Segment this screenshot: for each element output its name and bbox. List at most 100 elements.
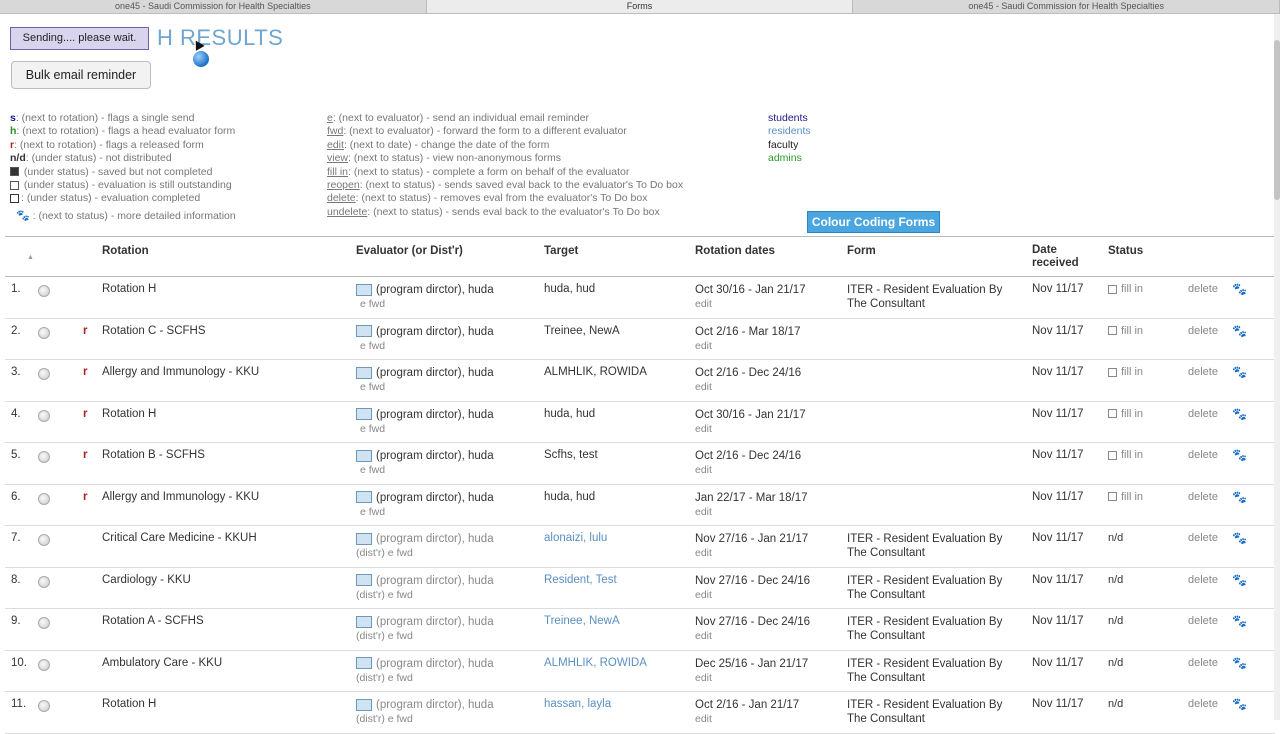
status-text[interactable]: fill in [1121, 325, 1143, 337]
evaluator-actions[interactable]: (dist'r) e fwd [356, 630, 413, 642]
row-select-radio[interactable] [38, 326, 50, 339]
edit-date-link[interactable]: edit [695, 423, 712, 435]
row-select-radio[interactable] [38, 700, 50, 712]
evaluator-actions[interactable]: e fwd [360, 423, 385, 435]
row-select-radio[interactable] [38, 575, 50, 588]
delete-link[interactable]: delete [1188, 698, 1218, 710]
row-select-radio[interactable] [38, 368, 50, 380]
header-evaluator[interactable]: Evaluator (or Dist'r) [356, 245, 463, 257]
evaluator-actions[interactable]: (dist'r) e fwd [356, 672, 413, 684]
email-envelope-icon[interactable] [356, 615, 372, 628]
row-status[interactable]: fill in [1108, 408, 1143, 420]
edit-date-link[interactable]: edit [695, 506, 712, 518]
evaluator-actions[interactable]: (dist'r) e fwd [356, 589, 413, 601]
delete-link[interactable]: delete [1188, 449, 1218, 461]
row-select-radio[interactable] [38, 451, 50, 463]
paw-info-icon[interactable]: 🐾 [1232, 282, 1247, 296]
header-status[interactable]: Status [1108, 245, 1143, 257]
header-target[interactable]: Target [544, 245, 578, 257]
status-text[interactable]: fill in [1121, 491, 1143, 503]
status-text[interactable]: fill in [1121, 408, 1143, 420]
row-target[interactable]: Resident, Test [544, 574, 617, 586]
email-envelope-icon[interactable] [356, 574, 372, 587]
email-envelope-icon[interactable] [356, 325, 372, 338]
row-status[interactable]: fill in [1108, 283, 1143, 295]
form-name-line1: ITER - Resident Evaluation By [847, 533, 1003, 545]
paw-info-icon[interactable]: 🐾 [1232, 324, 1247, 338]
delete-link[interactable]: delete [1188, 325, 1218, 337]
row-status[interactable]: fill in [1108, 449, 1143, 461]
sort-arrow-icon[interactable]: ▲ [27, 254, 34, 261]
browser-tab-3[interactable]: one45 - Saudi Commission for Health Spec… [853, 0, 1280, 13]
edit-date-link[interactable]: edit [695, 381, 712, 393]
paw-info-icon[interactable]: 🐾 [1232, 573, 1247, 587]
edit-date-link[interactable]: edit [695, 630, 712, 642]
paw-info-icon[interactable]: 🐾 [1232, 656, 1247, 670]
delete-link[interactable]: delete [1188, 574, 1218, 586]
evaluator-actions[interactable]: e fwd [360, 340, 385, 352]
edit-date-link[interactable]: edit [695, 340, 712, 352]
delete-link[interactable]: delete [1188, 657, 1218, 669]
header-date-received[interactable]: Date received [1032, 244, 1092, 270]
evaluator-actions[interactable]: e fwd [360, 464, 385, 476]
edit-date-link[interactable]: edit [695, 298, 712, 310]
delete-link[interactable]: delete [1188, 615, 1218, 627]
outstanding-checkbox-icon [1108, 367, 1117, 377]
edit-date-link[interactable]: edit [695, 672, 712, 684]
email-envelope-icon[interactable] [356, 283, 372, 296]
row-select-radio[interactable] [38, 658, 50, 671]
evaluator-actions[interactable]: e fwd [360, 298, 385, 310]
email-envelope-icon[interactable] [356, 532, 372, 545]
edit-date-link[interactable]: edit [695, 589, 712, 601]
evaluator-actions[interactable]: (dist'r) e fwd [356, 547, 413, 559]
header-rotation-dates[interactable]: Rotation dates [695, 245, 775, 257]
row-select-radio[interactable] [38, 409, 50, 422]
email-envelope-icon[interactable] [356, 366, 372, 379]
row-status[interactable]: fill in [1108, 366, 1143, 378]
bulk-email-reminder-button[interactable]: Bulk email reminder [11, 61, 151, 89]
row-target[interactable]: hassan, layla [544, 698, 611, 710]
row-select-radio[interactable] [38, 285, 50, 297]
email-envelope-icon[interactable] [356, 491, 372, 504]
row-status[interactable]: fill in [1108, 491, 1143, 503]
paw-info-icon[interactable]: 🐾 [1232, 531, 1247, 545]
edit-date-link[interactable]: edit [695, 547, 712, 559]
delete-link[interactable]: delete [1188, 491, 1218, 503]
evaluator-actions[interactable]: e fwd [360, 506, 385, 518]
delete-link[interactable]: delete [1188, 283, 1218, 295]
evaluator-actions[interactable]: e fwd [360, 381, 385, 393]
row-status[interactable]: fill in [1108, 325, 1143, 337]
delete-link[interactable]: delete [1188, 408, 1218, 420]
edit-date-link[interactable]: edit [695, 464, 712, 476]
paw-info-icon[interactable]: 🐾 [1232, 448, 1247, 462]
delete-link[interactable]: delete [1188, 532, 1218, 544]
evaluator-actions[interactable]: (dist'r) e fwd [356, 713, 413, 725]
status-text[interactable]: fill in [1121, 449, 1143, 461]
row-target[interactable]: Treinee, NewA [544, 615, 620, 627]
status-text[interactable]: fill in [1121, 283, 1143, 295]
header-form[interactable]: Form [847, 245, 876, 257]
row-select-radio[interactable] [38, 492, 50, 505]
browser-tab-1[interactable]: one45 - Saudi Commission for Health Spec… [0, 0, 427, 13]
row-target[interactable]: alonaizi, lulu [544, 532, 607, 544]
row-select-radio[interactable] [38, 534, 50, 546]
paw-info-icon[interactable]: 🐾 [1232, 614, 1247, 628]
header-rotation[interactable]: Rotation [102, 245, 149, 257]
paw-info-icon[interactable]: 🐾 [1232, 697, 1247, 711]
email-envelope-icon[interactable] [356, 657, 372, 670]
paw-info-icon[interactable]: 🐾 [1232, 407, 1247, 421]
colour-coding-forms-button[interactable]: Colour Coding Forms [807, 211, 940, 233]
paw-info-icon[interactable]: 🐾 [1232, 365, 1247, 379]
email-envelope-icon[interactable] [356, 698, 372, 711]
email-envelope-icon[interactable] [356, 408, 372, 421]
email-envelope-icon[interactable] [356, 449, 372, 462]
status-text[interactable]: fill in [1121, 366, 1143, 378]
scrollbar-thumb[interactable] [1274, 40, 1280, 200]
edit-date-link[interactable]: edit [695, 713, 712, 725]
delete-link[interactable]: delete [1188, 366, 1218, 378]
paw-info-icon[interactable]: 🐾 [1232, 490, 1247, 504]
browser-tab-2[interactable]: Forms [426, 0, 854, 13]
row-target[interactable]: ALMHLIK, ROWIDA [544, 657, 647, 669]
table-row: 6. r Allergy and Immunology - KKU (program … [5, 485, 1275, 526]
row-select-radio[interactable] [38, 617, 50, 629]
